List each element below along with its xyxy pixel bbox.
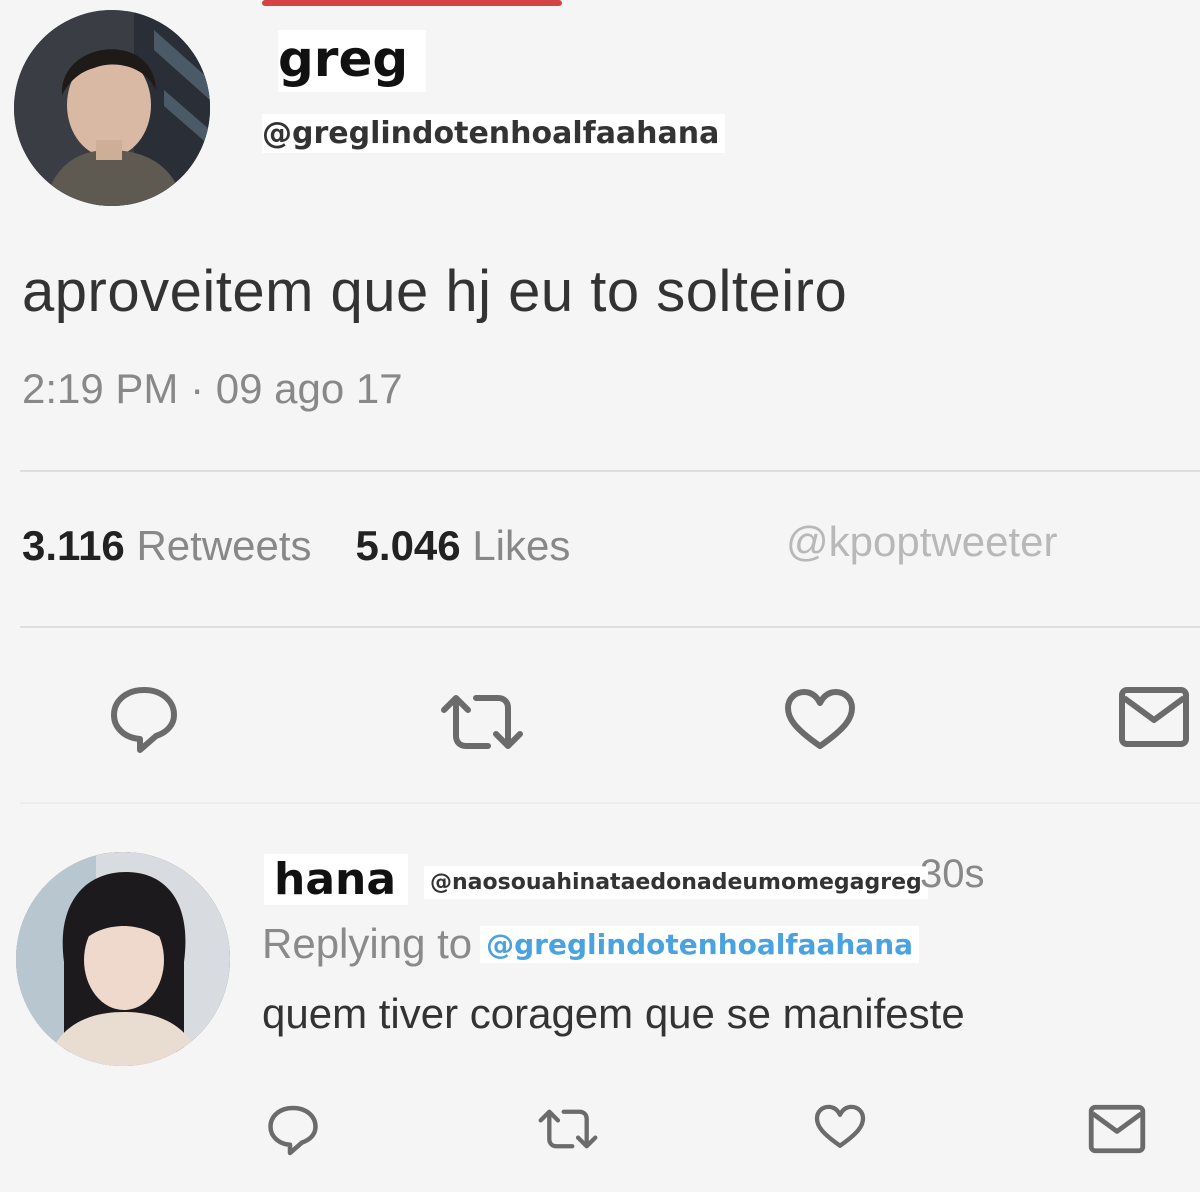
watermark: @kpoptweeter [786,518,1058,565]
message-icon[interactable] [1088,1104,1146,1154]
reply-time: 30s [920,852,985,896]
divider [20,626,1200,628]
tweet-text: aproveitem que hj eu to solteiro [22,259,848,324]
retweets-label: Retweets [136,522,312,569]
reply-avatar[interactable] [16,852,230,1066]
divider [20,470,1200,472]
divider [20,802,1200,804]
top-red-line [262,0,562,6]
likes-label: Likes [472,522,571,569]
tweet-timestamp[interactable]: 2:19 PM · 09 ago 17 [22,365,403,413]
replying-to-line: Replying to @greglindotenhoalfaahana [262,920,920,968]
avatar-photo [16,852,230,1066]
likes-stat[interactable]: 5.046 Likes [356,522,571,569]
mention-link[interactable]: @greglindotenhoalfaahana [480,926,920,963]
reply-user-handle[interactable]: @naosouahinataedonadeumomegagreg [424,866,928,899]
retweet-icon[interactable] [536,1106,600,1152]
user-handle[interactable]: @greglindotenhoalfaahana [262,114,726,153]
reply-text: quem tiver coragem que se manifeste [262,990,965,1037]
replying-label: Replying to [262,920,473,967]
retweet-icon[interactable] [438,690,526,754]
like-icon[interactable] [814,1104,866,1150]
reply-icon[interactable] [266,1102,320,1156]
avatar[interactable] [14,10,210,206]
tweet-stats: 3.116 Retweets 5.046 Likes [22,522,570,570]
reply-icon[interactable] [108,682,180,754]
avatar-photo [14,10,210,206]
like-icon[interactable] [784,688,856,752]
retweets-stat[interactable]: 3.116 Retweets [22,522,312,569]
display-name[interactable]: greg [278,30,427,92]
message-icon[interactable] [1118,686,1190,748]
reply-display-name[interactable]: hana [264,854,409,905]
likes-count: 5.046 [355,522,461,569]
retweets-count: 3.116 [22,522,125,569]
